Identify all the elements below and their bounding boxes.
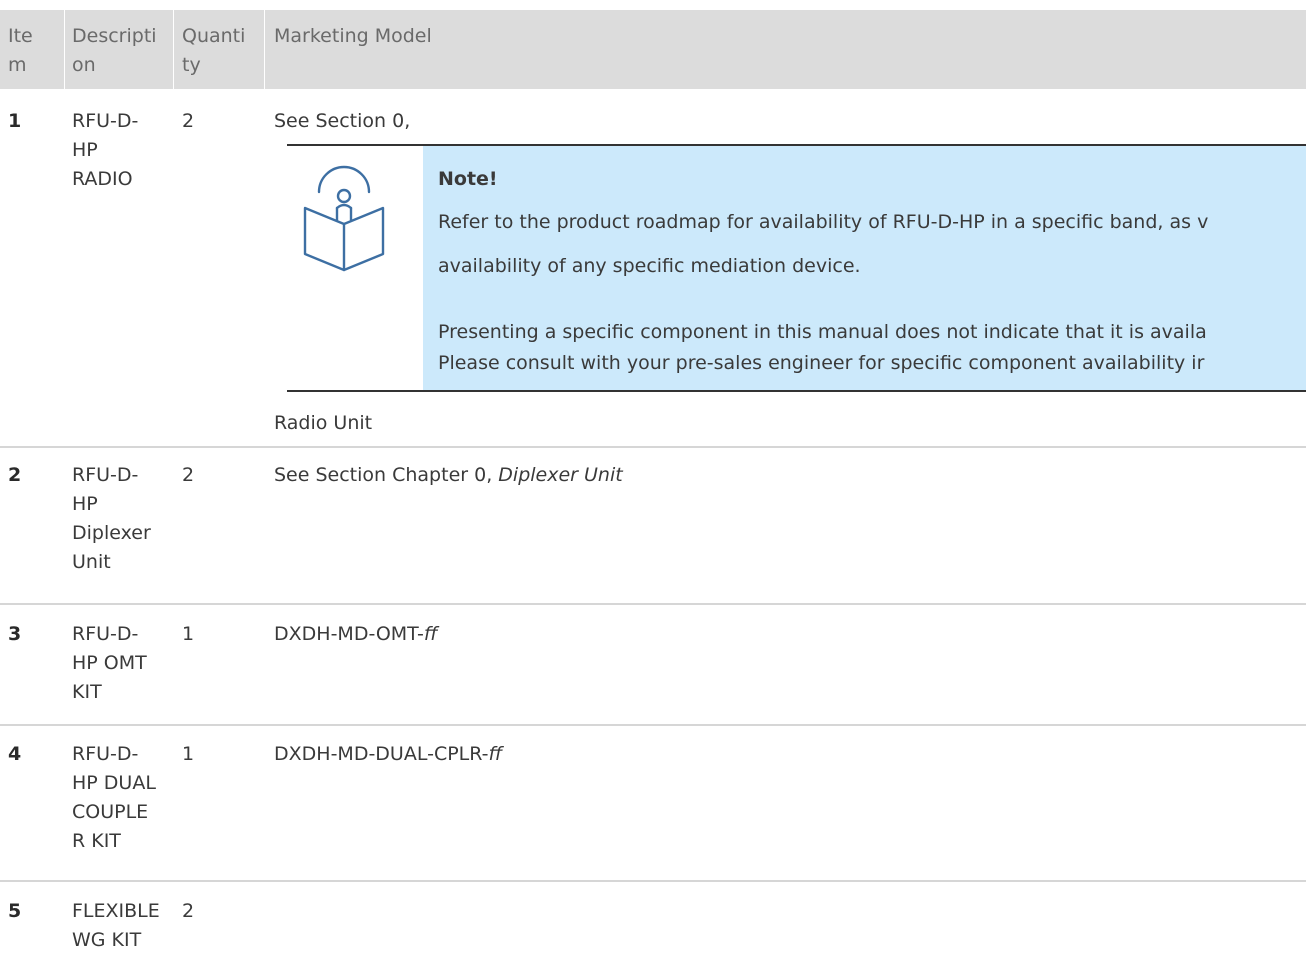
- row-1-model-name: Radio Unit: [274, 412, 373, 434]
- note-line-3: Presenting a specific component in this …: [438, 321, 1207, 343]
- note-callout: Note! Refer to the product roadmap for a…: [287, 144, 1306, 392]
- row-4-item: 4: [8, 743, 22, 765]
- row-2-model-italic: Diplexer Unit: [498, 464, 623, 486]
- header-item-label: Ite m: [8, 22, 33, 80]
- row-1-description-line: HP: [72, 139, 98, 161]
- row-5-description: FLEXIBLE WG KIT: [72, 897, 160, 955]
- row-4-description-line: HP DUAL: [72, 772, 156, 794]
- row-divider: [0, 724, 1306, 726]
- note-title: Note!: [438, 168, 498, 190]
- note-line-4: Please consult with your pre-sales engin…: [438, 352, 1205, 374]
- row-1-item: 1: [8, 110, 22, 132]
- header-description-line-2: on: [72, 54, 96, 76]
- book-icon: [303, 165, 385, 272]
- row-4-model: DXDH-MD-DUAL-CPLR-ff: [274, 740, 502, 769]
- row-3-item: 3: [8, 623, 22, 645]
- row-4-description-line: RFU-D-: [72, 743, 139, 765]
- row-4-model-text: DXDH-MD-DUAL-CPLR-: [274, 743, 489, 765]
- header-quantity-line-1: Quanti: [182, 25, 246, 47]
- header-quantity-label: Quanti ty: [182, 22, 245, 80]
- row-2-item: 2: [8, 464, 22, 486]
- row-3-model-italic: ff: [423, 623, 438, 645]
- row-4-model-italic: ff: [488, 743, 503, 765]
- header-item-line-2: m: [8, 54, 27, 76]
- row-2-model-text: See Section Chapter 0,: [274, 464, 499, 486]
- row-divider: [0, 603, 1306, 605]
- row-3-model: DXDH-MD-OMT-ff: [274, 620, 438, 649]
- row-1-model-ref: See Section 0,: [274, 110, 411, 132]
- row-4-quantity: 1: [182, 743, 195, 765]
- header-model-label: Marketing Model: [274, 22, 432, 51]
- row-4-description-line: COUPLE: [72, 801, 149, 823]
- document-page: Ite m Descripti on Quanti ty Marketing M…: [0, 0, 1306, 967]
- row-3-description-line: KIT: [72, 681, 102, 703]
- row-1-quantity: 2: [182, 110, 195, 132]
- row-3-model-text: DXDH-MD-OMT-: [274, 623, 424, 645]
- row-3-description-line: HP OMT: [72, 652, 147, 674]
- note-line-1: Refer to the product roadmap for availab…: [438, 211, 1209, 233]
- row-2-description-line: RFU-D-: [72, 464, 139, 486]
- row-2-description-line: HP: [72, 493, 98, 515]
- row-3-quantity: 1: [182, 623, 195, 645]
- row-2-description-line: Diplexer: [72, 522, 151, 544]
- row-divider: [0, 880, 1306, 882]
- row-5-description-line: FLEXIBLE: [72, 900, 160, 922]
- header-model-line-1: Marketing Model: [274, 25, 432, 47]
- row-1-description: RFU-D- HP RADIO: [72, 107, 138, 194]
- row-5-quantity: 2: [182, 900, 195, 922]
- row-5-description-line: WG KIT: [72, 929, 142, 951]
- note-line-2: availability of any specific mediation d…: [438, 255, 861, 277]
- row-4-description: RFU-D- HP DUAL COUPLE R KIT: [72, 740, 156, 856]
- row-divider: [0, 446, 1306, 448]
- row-2-quantity: 2: [182, 464, 195, 486]
- header-quantity-line-2: ty: [182, 54, 201, 76]
- row-3-description: RFU-D- HP OMT KIT: [72, 620, 147, 707]
- header-item-line-1: Ite: [8, 25, 33, 47]
- row-2-description-line: Unit: [72, 551, 111, 573]
- header-description-label: Descripti on: [72, 22, 157, 80]
- row-2-description: RFU-D- HP Diplexer Unit: [72, 461, 151, 577]
- row-3-description-line: RFU-D-: [72, 623, 139, 645]
- header-description-line-1: Descripti: [72, 25, 157, 47]
- row-4-description-line: R KIT: [72, 830, 121, 852]
- row-1-description-line: RADIO: [72, 168, 133, 190]
- row-2-model: See Section Chapter 0, Diplexer Unit: [274, 461, 623, 490]
- row-5-item: 5: [8, 900, 22, 922]
- row-1-description-line: RFU-D-: [72, 110, 139, 132]
